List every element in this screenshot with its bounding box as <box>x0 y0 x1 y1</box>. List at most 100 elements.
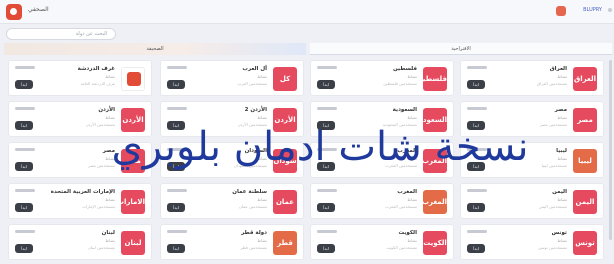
list-item[interactable]: المغرب المغرب نشاط مستخدمين المغرب ابدأ <box>310 183 454 219</box>
list-item[interactable]: الكويت الكويت نشاط مستخدمين الكويت ابدأ <box>310 224 454 260</box>
room-logo: لبنان <box>121 231 145 255</box>
enter-room-button[interactable]: ابدأ <box>167 244 185 253</box>
room-description: مستخدمين اليمن <box>538 204 567 209</box>
room-description: مستخدمين تونس <box>538 245 567 250</box>
room-status: نشاط <box>105 74 115 79</box>
room-logo: عمان <box>273 190 297 214</box>
enter-room-button[interactable]: ابدأ <box>467 203 485 212</box>
app-logo <box>6 4 22 20</box>
list-item[interactable]: غرف الدردشة نشاط غرف الدردشة العامة ابدأ <box>8 60 152 96</box>
enter-room-button[interactable]: ابدأ <box>467 80 485 89</box>
room-name: السعودية <box>392 107 417 113</box>
room-name: سلطنة عمان <box>232 189 267 195</box>
status-indicator <box>15 66 35 69</box>
room-name: العراق <box>549 66 567 72</box>
enter-room-button[interactable]: ابدأ <box>15 162 33 171</box>
room-name: مصر <box>554 107 567 113</box>
status-indicator <box>15 148 35 151</box>
room-logo: قطر <box>273 231 297 255</box>
list-item[interactable]: لبنان لبنان نشاط مستخدمين لبنان ابدأ <box>8 224 152 260</box>
enter-room-button[interactable]: ابدأ <box>317 80 335 89</box>
room-status: نشاط <box>407 238 417 243</box>
room-logo: المغرب <box>423 190 447 214</box>
enter-room-button[interactable]: ابدأ <box>467 244 485 253</box>
room-name: دولة قطر <box>241 230 267 236</box>
room-name: لبنان <box>101 230 115 236</box>
list-item[interactable]: تونس تونس نشاط مستخدمين تونس ابدأ <box>460 224 604 260</box>
app-title: الصحفي <box>28 6 49 13</box>
room-name: الأردن 2 <box>244 107 267 113</box>
status-indicator <box>317 230 337 233</box>
room-logo: اليمن <box>573 190 597 214</box>
room-status: نشاط <box>557 74 567 79</box>
enter-room-button[interactable]: ابدأ <box>317 203 335 212</box>
enter-room-button[interactable]: ابدأ <box>317 244 335 253</box>
enter-room-button[interactable]: ابدأ <box>15 121 33 130</box>
room-status: نشاط <box>557 197 567 202</box>
status-indicator <box>15 189 35 192</box>
enter-room-button[interactable]: ابدأ <box>15 244 33 253</box>
room-description: مستخدمين قطر <box>240 245 267 250</box>
status-indicator <box>15 107 35 110</box>
enter-room-button[interactable]: ابدأ <box>15 203 33 212</box>
room-description: مستخدمين عمان <box>238 204 267 209</box>
room-logo: فلسطين <box>423 67 447 91</box>
enter-room-button[interactable]: ابدأ <box>167 80 185 89</box>
room-logo <box>121 67 145 91</box>
room-logo: كل العرب <box>273 67 297 91</box>
list-item[interactable]: فلسطين فلسطين نشاط مستخدمين فلسطين ابدأ <box>310 60 454 96</box>
user-name[interactable]: BLUPRY <box>583 7 602 13</box>
status-indicator <box>467 66 487 69</box>
list-item[interactable]: الامارات الإمارات العربية المتحدة نشاط مستخ… <box>8 183 152 219</box>
list-item[interactable]: عمان سلطنة عمان نشاط مستخدمين عمان ابدأ <box>160 183 304 219</box>
room-status: نشاط <box>557 238 567 243</box>
window-control-icon[interactable] <box>608 8 612 12</box>
section-header-left[interactable]: الصحيفة <box>4 43 306 55</box>
room-description: غرف الدردشة العامة <box>80 81 115 86</box>
room-description: مستخدمين فلسطين <box>383 81 417 86</box>
room-name: الكويت <box>398 230 418 236</box>
status-indicator <box>467 230 487 233</box>
room-description: مستخدمين لبنان <box>87 245 115 250</box>
room-status: نشاط <box>105 238 115 243</box>
status-indicator <box>467 189 487 192</box>
room-name: الإمارات العربية المتحدة <box>50 189 115 195</box>
room-name: المغرب <box>397 189 417 195</box>
status-indicator <box>317 66 337 69</box>
room-name: غرف الدردشة <box>77 66 115 72</box>
room-status: نشاط <box>407 197 417 202</box>
status-indicator <box>167 107 187 110</box>
enter-room-button[interactable]: ابدأ <box>167 203 185 212</box>
scrollbar[interactable] <box>609 60 612 240</box>
search-input[interactable]: البحث عن دولة <box>6 28 116 40</box>
list-item[interactable]: اليمن اليمن نشاط مستخدمين اليمن ابدأ <box>460 183 604 219</box>
room-description: مستخدمين العرب <box>237 81 268 86</box>
list-item[interactable]: كل العرب آل العرب نشاط مستخدمين العرب ابدأ <box>160 60 304 96</box>
room-status: نشاط <box>557 115 567 120</box>
room-description: مستخدمين الكويت <box>386 245 417 250</box>
status-indicator <box>167 230 187 233</box>
status-indicator <box>167 66 187 69</box>
status-indicator <box>15 230 35 233</box>
room-logo: تونس <box>573 231 597 255</box>
room-status: نشاط <box>257 197 267 202</box>
user-avatar-icon[interactable] <box>556 6 566 16</box>
room-status: نشاط <box>257 115 267 120</box>
status-indicator <box>317 107 337 110</box>
status-indicator <box>467 107 487 110</box>
enter-room-button[interactable]: ابدأ <box>15 80 33 89</box>
room-status: نشاط <box>105 197 115 202</box>
room-status: نشاط <box>407 74 417 79</box>
list-item[interactable]: العراق العراق نشاط مستخدمين العراق ابدأ <box>460 60 604 96</box>
room-status: نشاط <box>257 238 267 243</box>
watermark-text: نسخة شات ادمان بلوبري <box>111 124 529 170</box>
status-indicator <box>167 189 187 192</box>
room-description: مستخدمين المغرب <box>385 204 417 209</box>
room-description: مستخدمين الإمارات <box>82 204 115 209</box>
list-item[interactable]: قطر دولة قطر نشاط مستخدمين قطر ابدأ <box>160 224 304 260</box>
room-status: نشاط <box>407 115 417 120</box>
room-status: نشاط <box>105 115 115 120</box>
room-name: اليمن <box>552 189 567 195</box>
section-header-right[interactable]: الاقتراحية <box>310 43 612 55</box>
room-logo: العراق <box>573 67 597 91</box>
